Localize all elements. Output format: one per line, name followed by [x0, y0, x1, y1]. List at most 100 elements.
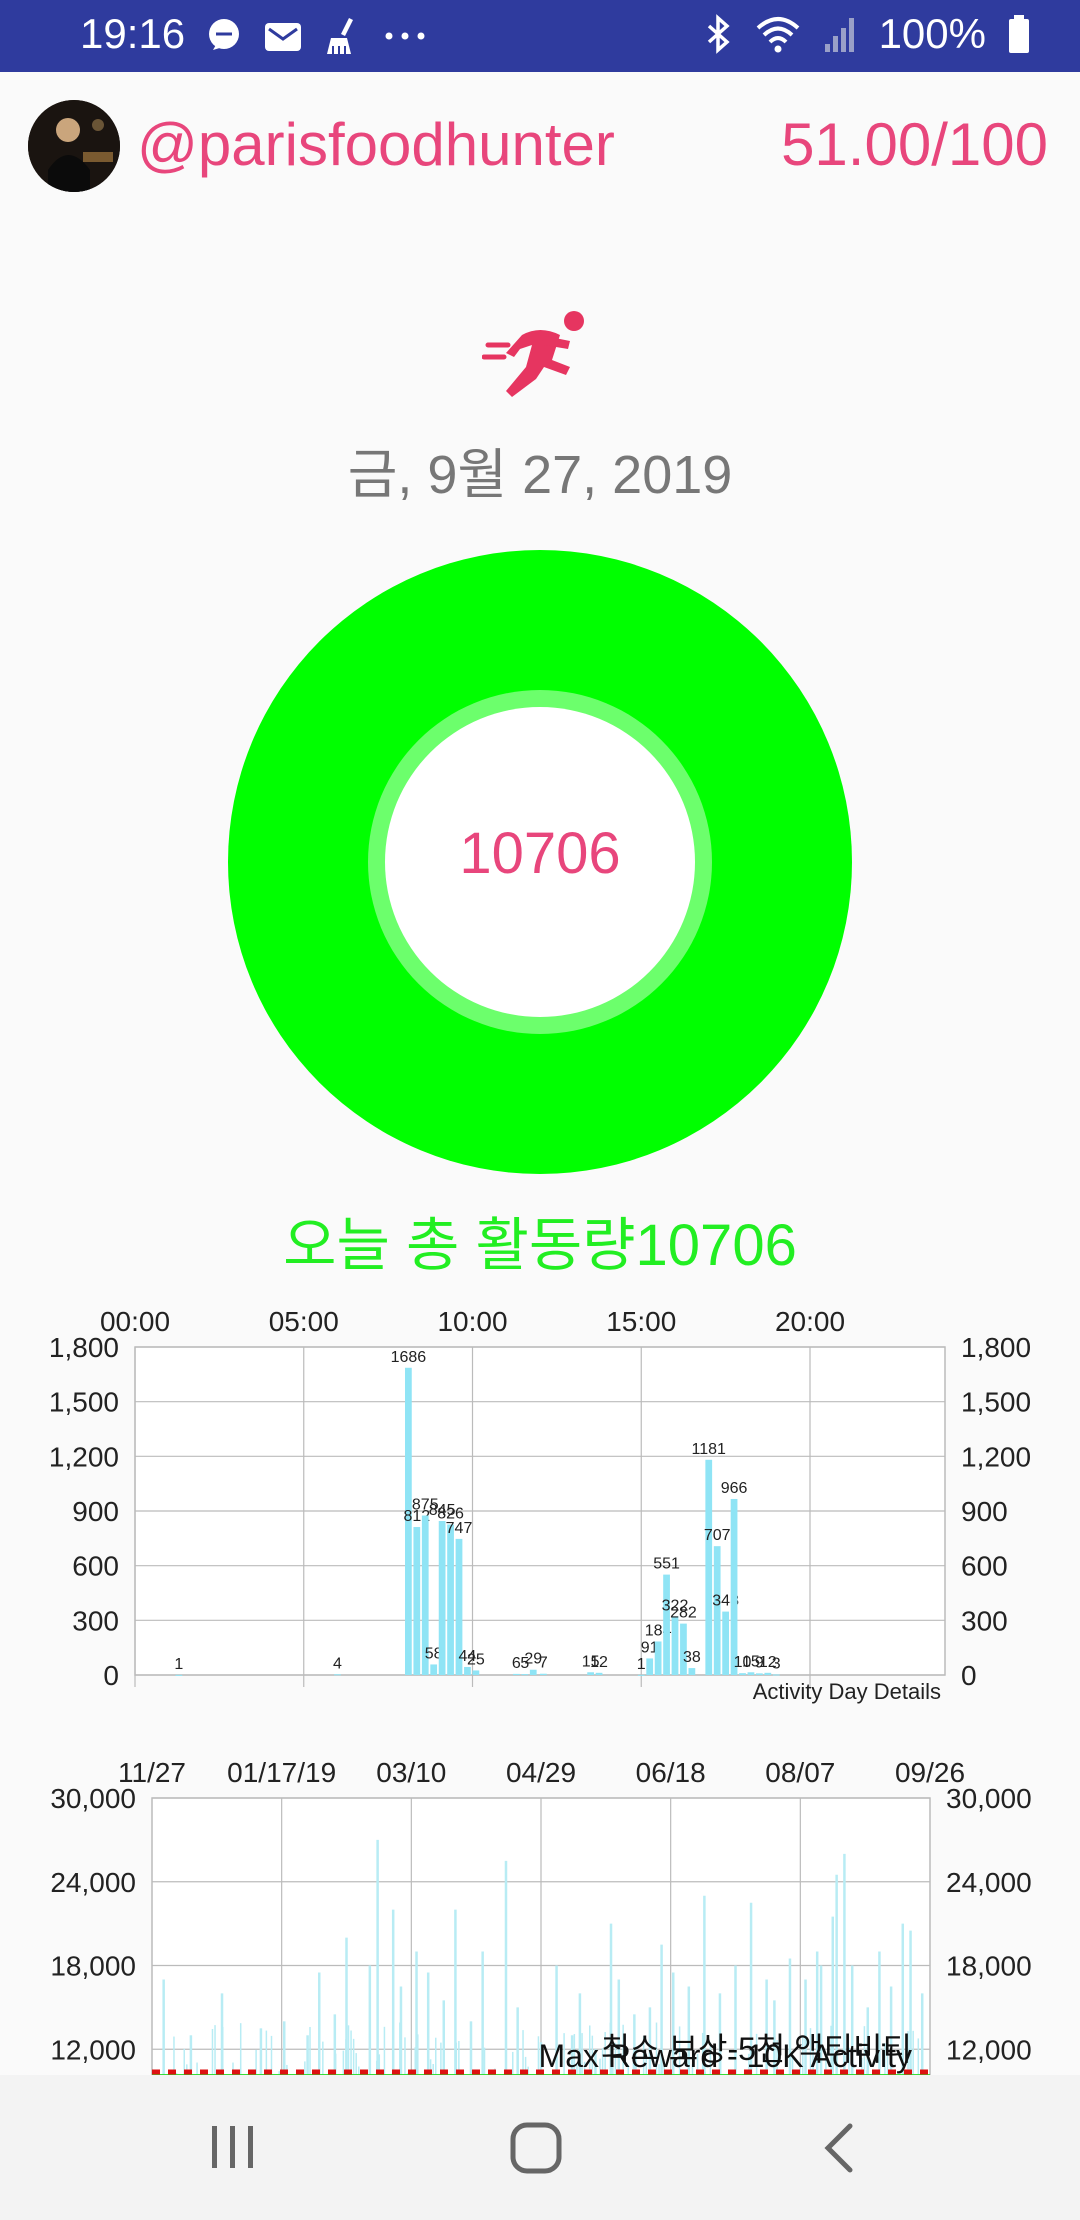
y-tick-right: 12,000: [946, 2034, 1032, 2065]
y-tick-left: 12,000: [50, 2034, 136, 2065]
total-activity-label: 오늘 총 활동량10706: [283, 1213, 797, 1278]
x-tick-top: 04/29: [506, 1757, 576, 1788]
y-tick-right: 1,200: [961, 1441, 1031, 1472]
recent-apps-icon[interactable]: [208, 2120, 258, 2174]
activity-day-chart: 1,800 1,8001,500 1,5001,200 1,200900 900600 6…: [49, 1306, 1031, 1704]
bar: [540, 1673, 547, 1675]
x-tick-top: 01/17/19: [227, 1757, 336, 1788]
broom-icon: [323, 16, 363, 56]
home-icon[interactable]: [508, 2120, 564, 2176]
status-time: 19:16: [80, 10, 186, 57]
y-tick-right: 900: [961, 1496, 1008, 1527]
signal-icon: [823, 14, 857, 54]
activity-history-chart: 30,000 30,00024,000 24,00018,000 18,00012,0…: [50, 1757, 1032, 2075]
bar: [334, 1674, 341, 1676]
bar-label: 707: [704, 1527, 731, 1544]
ring-value: 10706: [459, 821, 621, 886]
bar-label: 747: [446, 1520, 473, 1537]
bar: [587, 1672, 594, 1675]
runner-icon: [482, 311, 584, 397]
chat-bubble-icon: [205, 17, 243, 55]
bar: [430, 1664, 438, 1675]
bar-label: 1686: [391, 1349, 427, 1366]
y-tick-left: 600: [72, 1551, 119, 1582]
bar: [739, 1673, 746, 1675]
bar: [654, 1641, 662, 1675]
bar: [730, 1498, 738, 1675]
bar: [413, 1527, 421, 1675]
y-tick-right: 1,800: [961, 1332, 1031, 1363]
battery-percent: 100%: [878, 10, 986, 57]
bar: [772, 1674, 780, 1676]
y-tick-right: 600: [961, 1551, 1008, 1582]
x-tick-top: 05:00: [269, 1306, 339, 1337]
username[interactable]: @parisfoodhunter: [137, 110, 615, 179]
x-tick-top: 11/27: [118, 1757, 186, 1788]
y-tick-left: 1,200: [49, 1441, 119, 1472]
bar-label: 1: [637, 1656, 646, 1673]
bar: [671, 1616, 679, 1675]
x-tick-top: 15:00: [606, 1306, 676, 1337]
y-tick-left: 24,000: [50, 1867, 136, 1898]
bar: [637, 1674, 645, 1676]
bar-label: 4: [333, 1655, 342, 1672]
x-tick-top: 09/26: [895, 1757, 965, 1788]
bluetooth-icon: [703, 14, 733, 54]
bar: [595, 1672, 603, 1675]
y-tick-left: 0: [103, 1660, 119, 1691]
bar: [713, 1546, 721, 1675]
x-tick-top: 06/18: [636, 1757, 706, 1788]
y-tick-right: 0: [961, 1660, 977, 1691]
bar-label: 551: [653, 1556, 680, 1573]
bar: [438, 1521, 446, 1675]
x-tick-top: 08/07: [765, 1757, 835, 1788]
y-tick-left: 900: [72, 1496, 119, 1527]
y-tick-right: 24,000: [946, 1867, 1032, 1898]
bar-label: 12: [590, 1654, 608, 1671]
bar: [688, 1668, 696, 1675]
bar-label: 38: [683, 1649, 701, 1666]
bar: [756, 1673, 763, 1675]
bar-label: 7: [539, 1655, 548, 1672]
bar-label: 1: [174, 1656, 183, 1673]
bar: [529, 1669, 537, 1675]
date-label: 금, 9월 27, 2019: [347, 445, 733, 505]
profile-photo: [28, 100, 120, 192]
bar-label: 3: [772, 1655, 781, 1672]
more-dots-icon: [383, 26, 427, 46]
x-tick-top: 03/10: [376, 1757, 446, 1788]
bar: [513, 1673, 520, 1675]
avatar[interactable]: [28, 100, 120, 192]
bar: [747, 1672, 755, 1675]
chart-description: Activity Day Details: [753, 1679, 941, 1704]
bar: [764, 1672, 772, 1675]
x-tick-top: 10:00: [437, 1306, 507, 1337]
score: 51.00/100: [781, 111, 1048, 178]
wifi-icon: [755, 14, 801, 54]
y-tick-right: 1,500: [961, 1387, 1031, 1418]
back-icon[interactable]: [818, 2120, 858, 2176]
bar-label: 25: [467, 1651, 485, 1668]
navigation-bar: [0, 2075, 1080, 2220]
bar: [521, 1674, 529, 1676]
bar-label: 966: [721, 1480, 748, 1497]
y-tick-right: 300: [961, 1605, 1008, 1636]
bar: [663, 1574, 670, 1675]
bar: [175, 1674, 183, 1676]
bar-label: 282: [670, 1605, 697, 1622]
bar: [722, 1611, 729, 1675]
mail-icon: [263, 19, 303, 53]
reference-line-label: 최소 보상-5천 액티비티: [601, 2031, 912, 2067]
y-tick-right: 18,000: [946, 1951, 1032, 1982]
y-tick-left: 18,000: [50, 1951, 136, 1982]
status-bar: 19:16 100%: [0, 0, 1080, 72]
y-tick-left: 1,500: [49, 1387, 119, 1418]
bar: [447, 1524, 454, 1675]
battery-icon: [1008, 14, 1030, 54]
x-tick-top: 20:00: [775, 1306, 845, 1337]
bar: [472, 1670, 480, 1675]
bar: [705, 1459, 713, 1675]
x-tick-top: 00:00: [100, 1306, 170, 1337]
bar-label: 1181: [692, 1441, 727, 1458]
bar: [646, 1658, 654, 1675]
